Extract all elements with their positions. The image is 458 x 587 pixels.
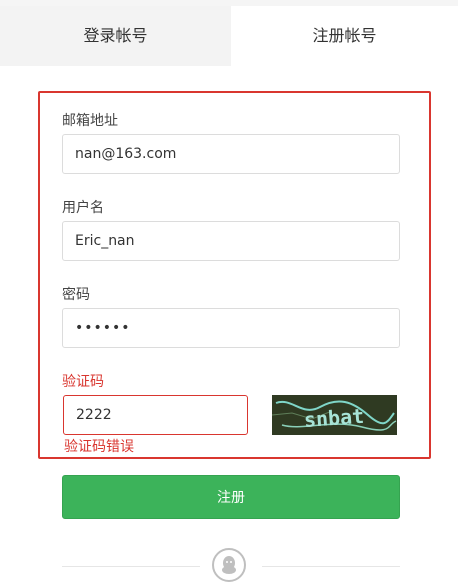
qq-login-button[interactable] (212, 548, 246, 582)
divider-right (262, 566, 400, 567)
auth-tabs: 登录帐号 注册帐号 (0, 6, 458, 66)
tab-login[interactable]: 登录帐号 (0, 6, 231, 66)
captcha-label: 验证码 (62, 374, 104, 390)
email-input[interactable] (62, 134, 400, 174)
password-label: 密码 (62, 287, 90, 303)
username-label: 用户名 (62, 200, 104, 216)
captcha-input[interactable] (63, 395, 248, 435)
captcha-error-message: 验证码错误 (64, 439, 134, 455)
password-input[interactable] (62, 308, 400, 348)
captcha-image-text: snbat (303, 404, 365, 432)
captcha-image[interactable]: snbat (272, 395, 397, 435)
email-label: 邮箱地址 (62, 113, 118, 129)
tab-register[interactable]: 注册帐号 (231, 6, 458, 66)
qq-icon (222, 556, 236, 574)
register-button[interactable]: 注册 (62, 475, 400, 519)
username-input[interactable] (62, 221, 400, 261)
divider-left (62, 566, 200, 567)
